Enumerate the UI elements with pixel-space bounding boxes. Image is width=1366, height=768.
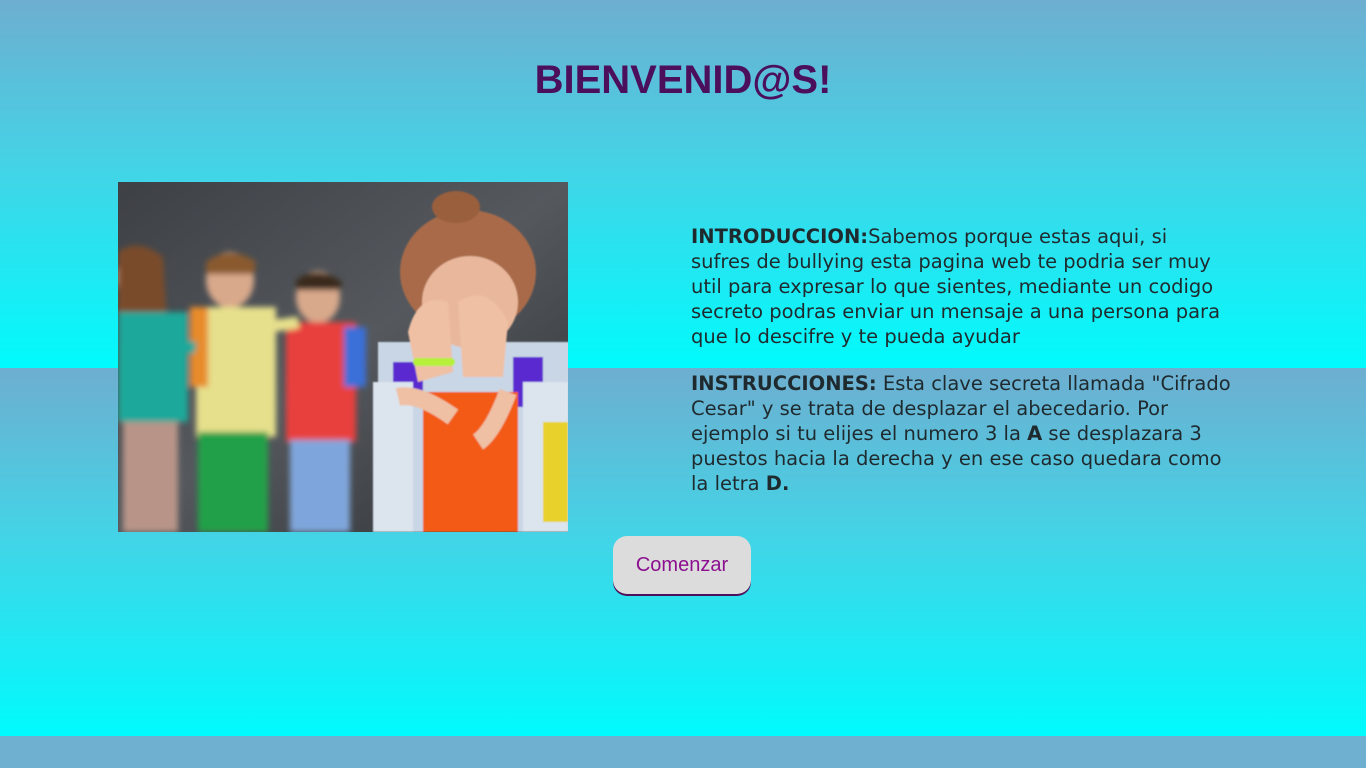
content-text: INTRODUCCION:Sabemos porque estas aqui, …: [691, 224, 1231, 518]
page-title: BIENVENID@S!: [534, 58, 832, 102]
intro-paragraph: INTRODUCCION:Sabemos porque estas aqui, …: [691, 224, 1231, 349]
photo-illustration: [118, 182, 568, 532]
instructions-heading: INSTRUCCIONES:: [691, 372, 877, 395]
intro-heading: INTRODUCCION:: [691, 225, 869, 248]
instructions-letter-a: A: [1027, 422, 1043, 445]
instructions-paragraph: INSTRUCCIONES: Esta clave secreta llamad…: [691, 371, 1231, 496]
start-button[interactable]: Comenzar: [613, 536, 751, 594]
instructions-letter-d: D.: [765, 472, 790, 495]
bullying-photo: [118, 182, 568, 532]
